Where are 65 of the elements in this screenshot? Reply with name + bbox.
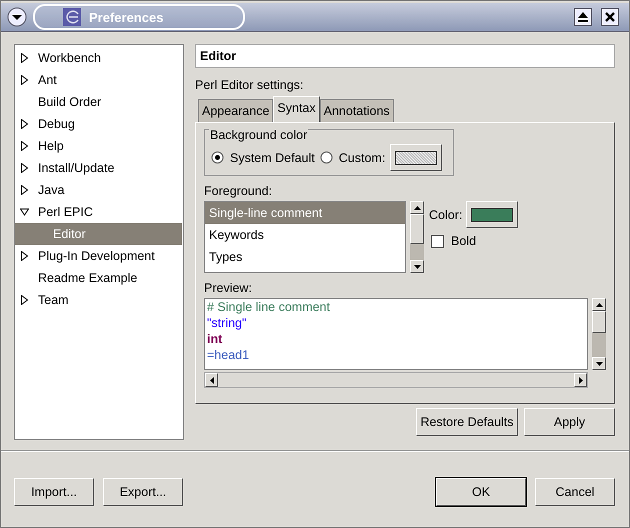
dialog-button[interactable]: OK xyxy=(436,478,526,506)
preview-label: Preview: xyxy=(204,281,253,295)
tree-item[interactable]: Plug-In Development xyxy=(15,245,182,267)
left-arrow-icon[interactable] xyxy=(210,376,214,384)
window-title: Preferences xyxy=(89,10,164,24)
code-line: =head1 xyxy=(207,347,250,363)
tree-item[interactable]: Java xyxy=(15,179,182,201)
tree-item[interactable]: Help xyxy=(15,135,182,157)
radio-icon[interactable] xyxy=(320,151,333,164)
down-arrow-icon[interactable] xyxy=(414,264,420,268)
expander-icon[interactable] xyxy=(20,119,29,129)
vertical-scrollbar[interactable] xyxy=(592,298,606,370)
expander-icon[interactable] xyxy=(20,53,29,63)
expander-icon[interactable] xyxy=(20,207,29,217)
radio-icon[interactable] xyxy=(211,151,224,164)
dialog-button[interactable]: Import... xyxy=(14,478,94,506)
expander-icon[interactable] xyxy=(20,251,29,261)
down-arrow-icon[interactable] xyxy=(596,362,602,366)
horizontal-scrollbar[interactable] xyxy=(204,372,588,388)
close-icon[interactable] xyxy=(601,8,619,26)
code-line: int xyxy=(207,331,224,347)
tree-item[interactable]: Team xyxy=(15,289,182,311)
expander-icon[interactable] xyxy=(20,185,29,195)
tree-item[interactable]: Debug xyxy=(15,113,182,135)
code-line: # Single line comment xyxy=(207,299,331,315)
code-line: "string" xyxy=(207,315,248,331)
expander-icon[interactable] xyxy=(20,295,29,305)
tab[interactable]: Annotations xyxy=(320,99,394,122)
up-arrow-icon[interactable] xyxy=(596,302,602,306)
vertical-scrollbar[interactable] xyxy=(410,201,424,273)
dialog-button[interactable]: Export... xyxy=(103,478,183,506)
group-legend: Background color xyxy=(209,128,308,142)
list-item[interactable]: Single-line comment xyxy=(205,202,405,224)
page-title: Editor xyxy=(195,44,615,68)
radio-option[interactable]: System Default xyxy=(211,150,315,164)
page-button[interactable]: Restore Defaults xyxy=(416,408,518,436)
right-arrow-icon[interactable] xyxy=(578,376,582,384)
color-label: Color: xyxy=(429,208,462,222)
page-button[interactable]: Apply xyxy=(524,408,615,436)
radio-option[interactable]: Custom: xyxy=(320,150,386,164)
bold-checkbox[interactable]: Bold xyxy=(431,234,518,248)
settings-label: Perl Editor settings: xyxy=(195,78,304,92)
dialog-button[interactable]: Cancel xyxy=(535,478,615,506)
up-arrow-icon[interactable] xyxy=(414,206,420,210)
tree-item[interactable]: Build Order xyxy=(15,91,182,113)
list-item[interactable]: Keywords xyxy=(205,224,405,246)
tree-item[interactable]: Editor xyxy=(15,223,182,245)
foreground-label: Foreground: xyxy=(204,184,274,198)
maximize-icon[interactable] xyxy=(574,8,592,26)
tree-item[interactable]: Ant xyxy=(15,69,182,91)
color-button[interactable] xyxy=(466,201,518,228)
custom-color-button[interactable] xyxy=(390,144,442,171)
expander-icon[interactable] xyxy=(20,141,29,151)
tab[interactable]: Appearance xyxy=(198,99,274,122)
tree-item[interactable]: Workbench xyxy=(15,47,182,69)
checkbox-icon[interactable] xyxy=(431,234,444,248)
tab[interactable]: Syntax xyxy=(273,96,320,122)
tree-item[interactable]: Perl EPIC xyxy=(15,201,182,223)
tree-item[interactable]: Install/Update xyxy=(15,157,182,179)
menu-icon[interactable] xyxy=(7,7,27,27)
expander-icon[interactable] xyxy=(20,163,29,173)
expander-icon[interactable] xyxy=(20,75,29,85)
tree-item[interactable]: Readme Example xyxy=(15,267,182,289)
app-icon xyxy=(63,8,81,26)
list-item[interactable]: Types xyxy=(205,246,405,268)
